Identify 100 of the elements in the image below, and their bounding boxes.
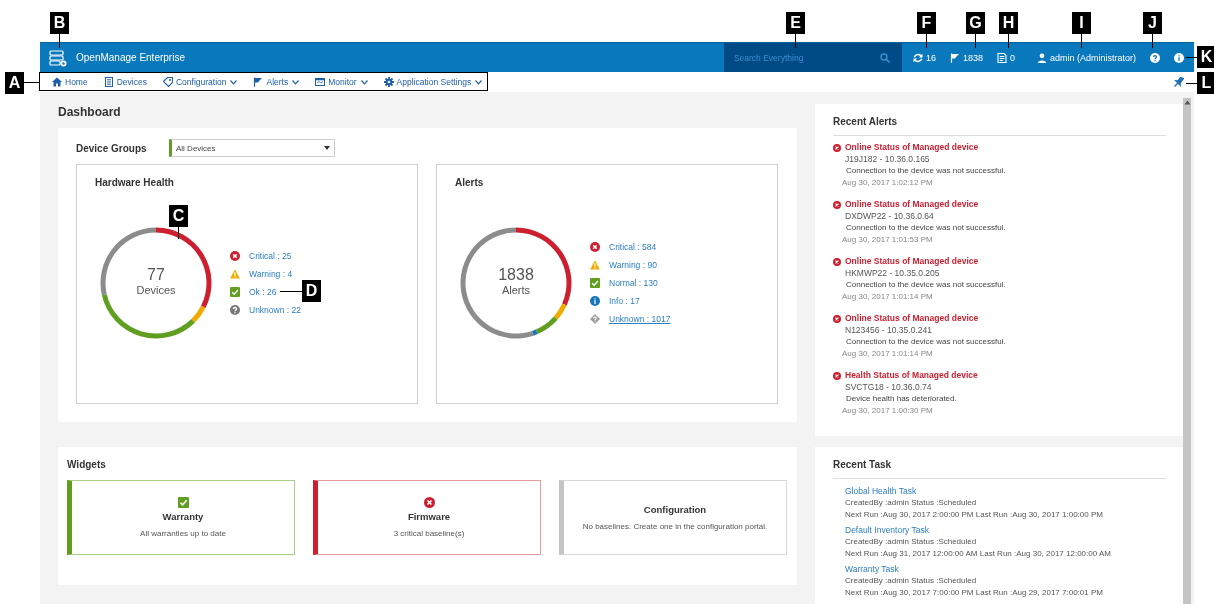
task-link[interactable]: Warranty Task [845,563,1166,575]
legend-link[interactable]: Critical : 584 [609,242,657,252]
user-icon [1036,52,1047,63]
search-field[interactable]: Search Everything [723,43,902,72]
page-title: Dashboard [58,104,122,121]
check-icon [230,287,240,297]
alert-title[interactable]: Online Status of Managed device [845,142,979,154]
alert-device: SVCTG18 - 10.36.0.74 [844,381,933,393]
callout-label: C [169,205,188,227]
callout-label: I [1072,12,1091,34]
alert-title[interactable]: Online Status of Managed device [845,199,979,211]
nav-menu-item[interactable]: Devices [103,77,147,87]
task-runs: Next Run :Aug 30, 2017 7:00:00 PM Last Run :Aug 29, 2017 7:00:01 PM [845,587,1104,599]
leader-line [1186,83,1197,84]
alert-message: Connection to the device was not successful. [845,279,1007,291]
indicator-button[interactable]: 16 [912,52,936,63]
legend-link[interactable]: Normal : 130 [609,278,658,288]
nav-menu-item[interactable]: Home [52,77,88,87]
check-icon [590,278,600,288]
device-group-dropdown[interactable]: All Devices [169,139,335,157]
legend-link[interactable]: Unknown : 1017 [609,314,671,324]
leader-line [926,34,927,48]
document-icon [996,52,1007,63]
critical-icon [230,251,240,261]
callout-label: A [5,72,24,94]
leader-line [280,291,302,292]
tile-title: Warranty [162,511,204,522]
indicator-button[interactable]: 1838 [949,52,983,63]
legend-link[interactable]: Critical : 25 [249,251,292,261]
search-icon [879,53,890,63]
callout-label: J [1143,12,1162,34]
callout-label: K [1197,46,1214,68]
monitor-icon [315,77,326,87]
alert-message: Connection to the device was not successful. [845,222,1007,234]
critical-icon [833,371,841,380]
scrollbar[interactable] [1183,98,1191,604]
info-icon[interactable] [1174,52,1184,63]
legend-link[interactable]: Info : 17 [609,296,640,306]
task-status: CreatedBy :admin Status :Scheduled [845,536,978,548]
alert-title[interactable]: Online Status of Managed device [845,313,979,325]
callout-label: G [966,12,985,34]
legend-link[interactable]: Unknown : 22 [249,305,301,315]
pin-icon[interactable] [1174,77,1184,87]
info-icon [590,296,600,306]
critical-icon [833,314,841,323]
indicator-button[interactable]: 0 [996,52,1015,63]
diamond-question-icon [590,314,600,324]
help-icon[interactable] [1150,52,1160,63]
tile-text: 3 critical baseline(s) [393,529,465,538]
nav-menu-item[interactable]: Application Settings [383,77,483,87]
alert-time: Aug 30, 2017 1:00:30 PM [841,404,934,416]
widget-tile[interactable]: Configuration No baselines. Create one in the configuration portal. [559,480,787,555]
alert-title[interactable]: Online Status of Managed device [845,256,979,268]
panel-title: Hardware Health [94,176,175,190]
legend-link[interactable]: Warning : 90 [609,260,657,270]
alert-time: Aug 30, 2017 1:01:14 PM [841,290,934,302]
warning-icon [590,260,600,270]
alert-message: Device health has deteriorated. [845,393,958,405]
flag-icon [253,77,264,87]
leader-line [24,82,39,83]
alert-device: N123456 - 10.35.0.241 [844,324,933,336]
user-menu[interactable]: admin (Administrator) [1036,52,1136,63]
gear-icon [383,77,394,87]
nav-menu-item[interactable]: Monitor [315,77,368,87]
critical-icon [833,200,841,209]
server-icon [103,77,114,87]
critical-icon [590,242,600,252]
card-title: Recent Alerts [833,116,1166,136]
question-icon [230,305,240,315]
task-status: CreatedBy :admin Status :Scheduled [845,575,978,587]
flag-icon [949,52,960,63]
card-title: Recent Task [833,459,1166,479]
nav-menu-item[interactable]: Configuration [162,77,238,87]
alert-device: HKMWP22 - 10.35.0.205 [844,267,941,279]
leader-line [1186,57,1197,58]
alert-message: Connection to the device was not successful. [845,336,1007,348]
widget-tile[interactable]: Firmware 3 critical baseline(s) [313,480,541,555]
leader-line [1008,34,1009,48]
task-link[interactable]: Default Inventory Task [845,524,1166,536]
center-value: 77 [147,266,165,283]
callout-label: D [302,280,321,302]
leader-line [59,34,60,48]
leader-line [975,34,976,48]
nav-menu-item[interactable]: Alerts [253,77,300,87]
task-link[interactable]: Global Health Task [845,485,1166,497]
center-value: 1838 [498,266,534,283]
critical-icon [833,143,841,152]
critical-icon [833,257,841,266]
panel-title: Alerts [454,176,485,190]
card-title: Widgets [67,459,107,472]
widget-tile[interactable]: Warranty All warranties up to date [67,480,295,555]
alert-device: J19J182 - 10.36.0.165 [844,153,931,165]
callout-label: B [50,12,69,34]
server-gear-logo-icon [48,47,68,68]
center-label: Devices [136,284,176,296]
alert-title[interactable]: Health Status of Managed device [845,370,978,382]
legend-link[interactable]: Ok : 26 [249,287,277,297]
legend-link[interactable]: Warning : 4 [249,269,293,279]
task-runs: Next Run :Aug 30, 2017 2:00:00 PM Last Run :Aug 30, 2017 1:00:00 PM [845,509,1104,521]
tile-title: Firmware [407,511,451,522]
